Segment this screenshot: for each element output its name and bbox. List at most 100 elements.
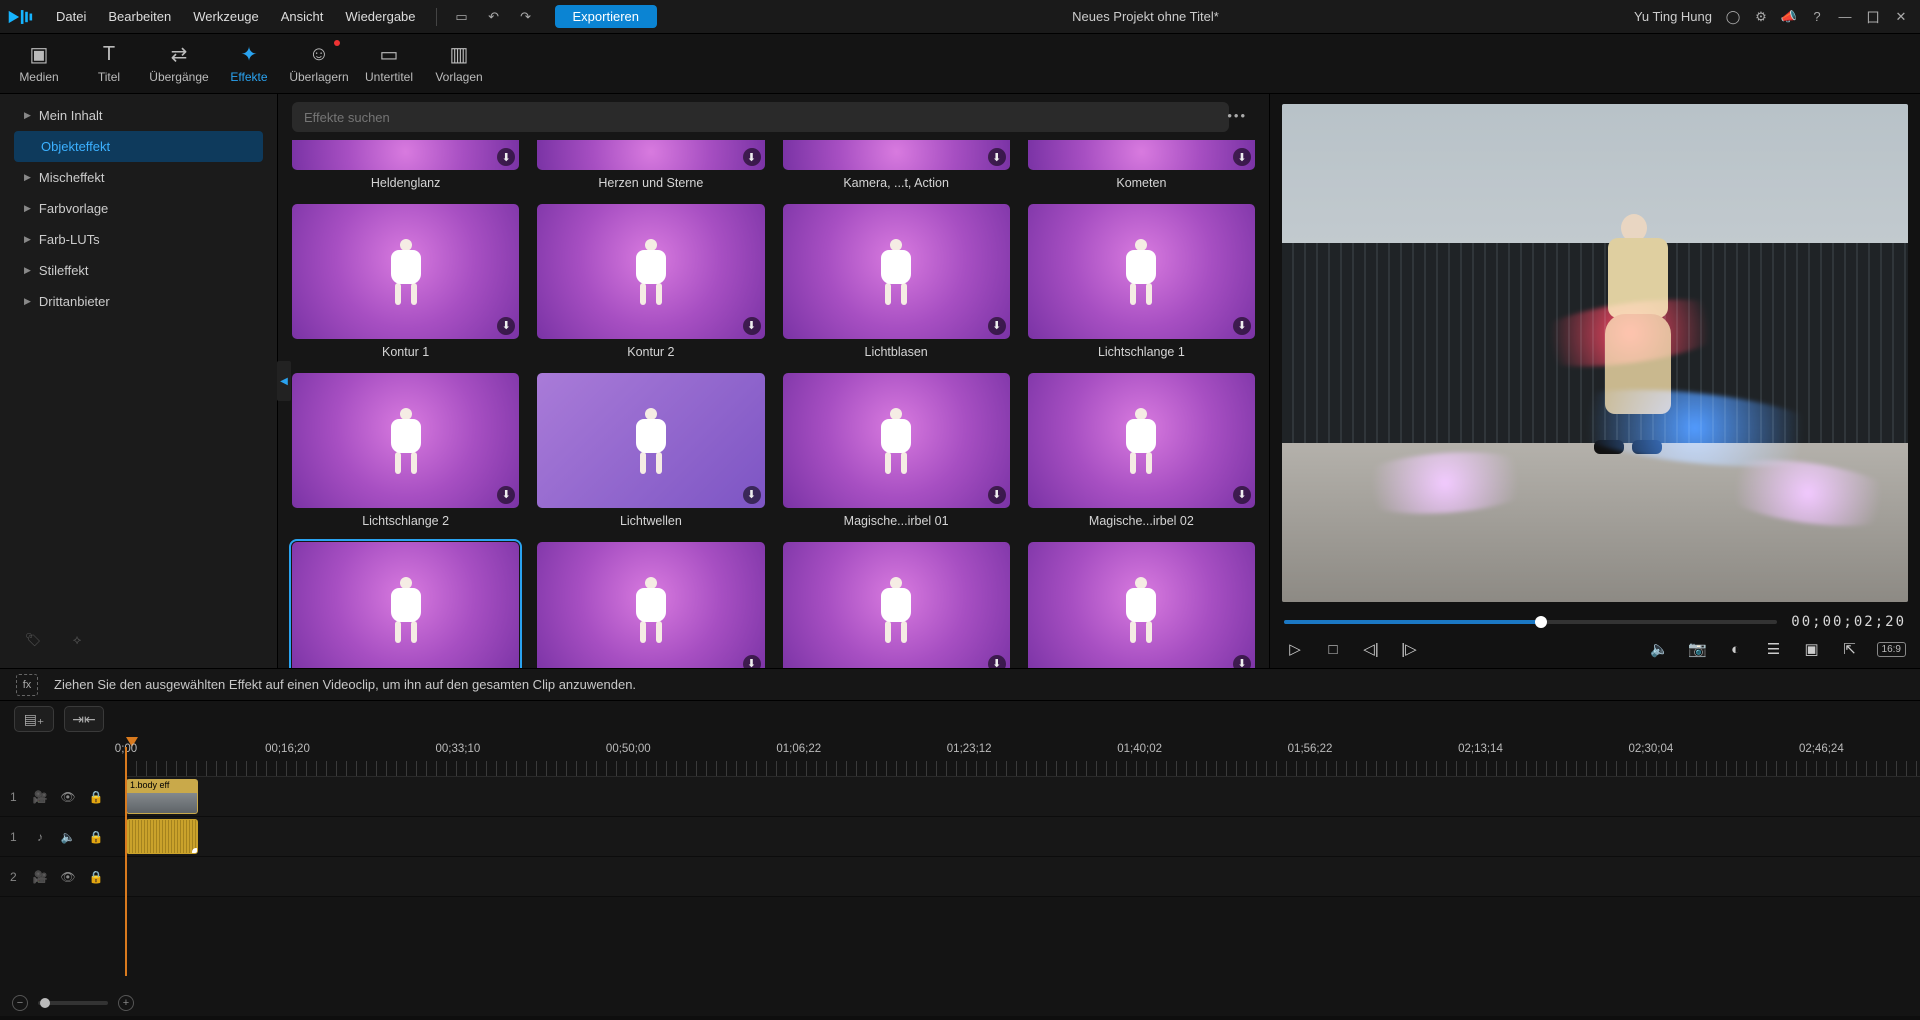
effect-item[interactable]: ⬇Magische...irbel 01 — [783, 373, 1010, 528]
effect-item[interactable]: ⬇Lichtschlange 2 — [292, 373, 519, 528]
menu-file[interactable]: Datei — [46, 5, 96, 28]
search-input[interactable] — [304, 110, 1217, 125]
lock-icon[interactable]: 🔒 — [88, 870, 104, 884]
zoom-slider[interactable] — [38, 1001, 108, 1005]
menu-edit[interactable]: Bearbeiten — [98, 5, 181, 28]
effect-item[interactable]: ⬇Kamera, ...t, Action — [783, 140, 1010, 190]
effect-item[interactable]: ⬇Lichtblasen — [783, 204, 1010, 359]
library-options-icon[interactable]: ••• — [1227, 108, 1247, 123]
effect-item[interactable]: ⬇Marschi... Ameisen — [537, 542, 764, 668]
tab-subtitles[interactable]: ▭Untertitel — [354, 34, 424, 93]
effect-item[interactable]: ⬇Schatten — [1028, 542, 1255, 668]
effect-item[interactable]: ⬇Kontur 1 — [292, 204, 519, 359]
preview-canvas[interactable] — [1282, 104, 1908, 602]
visibility-icon[interactable]: 👁 — [60, 790, 76, 804]
tab-title[interactable]: TTitel — [74, 34, 144, 93]
video-track-icon[interactable]: 🎥 — [32, 870, 48, 884]
sidebar-item-farb-luts[interactable]: ▶Farb-LUTs — [14, 224, 263, 255]
effect-item[interactable]: ⬇Herzen und Sterne — [537, 140, 764, 190]
search-box[interactable] — [292, 102, 1229, 132]
undo-icon[interactable]: ↶ — [482, 5, 506, 29]
audio-track-icon[interactable]: ♪ — [32, 830, 48, 844]
download-icon[interactable]: ⬇ — [1233, 148, 1251, 166]
tab-media[interactable]: ▣Medien — [4, 34, 74, 93]
tab-templates[interactable]: ▥Vorlagen — [424, 34, 494, 93]
tab-effects[interactable]: ✦Effekte — [214, 34, 284, 93]
effect-item[interactable]: ⬇Kometen — [1028, 140, 1255, 190]
download-icon[interactable]: ⬇ — [497, 148, 515, 166]
help-icon[interactable]: ? — [1807, 7, 1827, 27]
video-track-icon[interactable]: 🎥 — [32, 790, 48, 804]
zoom-handle-icon[interactable] — [40, 998, 50, 1008]
quality-icon[interactable]: ◐ — [1725, 638, 1747, 660]
snap-button[interactable]: ⇥⇤ — [64, 706, 104, 732]
snapshot-icon[interactable]: 📷 — [1687, 638, 1709, 660]
popout-icon[interactable]: ⇱ — [1839, 638, 1861, 660]
download-icon[interactable]: ⬇ — [988, 655, 1006, 668]
play-icon[interactable]: ▷ — [1284, 638, 1306, 660]
menu-view[interactable]: Ansicht — [271, 5, 334, 28]
tag-add-icon[interactable]: 🏷 — [21, 628, 45, 652]
effect-item[interactable]: ⬇Lichtwellen — [537, 373, 764, 528]
track-lane[interactable]: 1.body eff — [126, 777, 1920, 816]
download-icon[interactable]: ⬇ — [743, 655, 761, 668]
download-icon[interactable]: ⬇ — [497, 317, 515, 335]
effect-item[interactable]: ⬇Lichtschlange 1 — [1028, 204, 1255, 359]
close-icon[interactable]: ✕ — [1891, 7, 1911, 27]
tab-transitions[interactable]: ⇄Übergänge — [144, 34, 214, 93]
prev-frame-icon[interactable]: ◁| — [1360, 638, 1382, 660]
minimize-icon[interactable]: — — [1835, 7, 1855, 27]
visibility-icon[interactable]: 👁 — [60, 870, 76, 884]
save-icon[interactable]: ▭ — [450, 5, 474, 29]
sidebar-item-myinhalt[interactable]: ▶Mein Inhalt — [14, 100, 263, 131]
zoom-in-icon[interactable]: + — [118, 995, 134, 1011]
download-icon[interactable]: ⬇ — [988, 317, 1006, 335]
clip-handle-icon[interactable] — [192, 848, 198, 854]
track-lane[interactable] — [126, 857, 1920, 896]
stop-icon[interactable]: □ — [1322, 638, 1344, 660]
download-icon[interactable]: ⬇ — [1233, 486, 1251, 504]
lock-icon[interactable]: 🔒 — [88, 830, 104, 844]
download-icon[interactable]: ⬇ — [988, 486, 1006, 504]
download-icon[interactable]: ⬇ — [497, 486, 515, 504]
track-manager-button[interactable]: ▤₊ — [14, 706, 54, 732]
timeline-ruler[interactable]: 0;00 00;16;20 00;33;10 00;50;00 01;06;22… — [126, 737, 1920, 777]
crop-icon[interactable]: ▣ — [1801, 638, 1823, 660]
download-icon[interactable]: ⬇ — [1233, 317, 1251, 335]
download-icon[interactable]: ⬇ — [1233, 655, 1251, 668]
megaphone-icon[interactable]: 📣 — [1779, 7, 1799, 27]
volume-icon[interactable]: 🔈 — [1649, 638, 1671, 660]
download-icon[interactable]: ⬇ — [743, 317, 761, 335]
scrub-handle-icon[interactable] — [1535, 616, 1547, 628]
collapse-sidebar-icon[interactable]: ◀ — [277, 361, 291, 401]
effect-item[interactable]: ⬇Magische...irbel 02 — [1028, 373, 1255, 528]
sidebar-item-farbvorlage[interactable]: ▶Farbvorlage — [14, 193, 263, 224]
download-icon[interactable]: ⬇ — [988, 148, 1006, 166]
effect-item[interactable]: ⬇Heldenglanz — [292, 140, 519, 190]
effect-item-selected[interactable]: Magische...irbel 03 — [292, 542, 519, 668]
menu-play[interactable]: Wiedergabe — [335, 5, 425, 28]
download-icon[interactable]: ⬇ — [743, 486, 761, 504]
aspect-ratio-badge[interactable]: 16:9 — [1877, 642, 1906, 657]
menu-tools[interactable]: Werkzeuge — [183, 5, 269, 28]
effect-item[interactable]: ⬇Kontur 2 — [537, 204, 764, 359]
sidebar-item-objekteffekt[interactable]: Objekteffekt — [14, 131, 263, 162]
list-icon[interactable]: ☰ — [1763, 638, 1785, 660]
mute-icon[interactable]: 🔈 — [60, 830, 76, 844]
video-clip[interactable]: 1.body eff — [126, 779, 198, 814]
gear-icon[interactable]: ⚙ — [1751, 7, 1771, 27]
tab-overlay[interactable]: ☺Überlagern — [284, 34, 354, 93]
sidebar-item-drittanbieter[interactable]: ▶Drittanbieter — [14, 286, 263, 317]
tag-icon[interactable]: ⟡ — [65, 628, 89, 652]
audio-clip[interactable] — [126, 819, 198, 854]
account-icon[interactable]: ◯ — [1723, 7, 1743, 27]
track-lane[interactable] — [126, 817, 1920, 856]
maximize-icon[interactable]: 囗 — [1863, 7, 1883, 27]
export-button[interactable]: Exportieren — [555, 5, 657, 28]
download-icon[interactable]: ⬇ — [743, 148, 761, 166]
sidebar-item-mischeffekt[interactable]: ▶Mischeffekt — [14, 162, 263, 193]
scrub-track[interactable] — [1284, 620, 1777, 624]
lock-icon[interactable]: 🔒 — [88, 790, 104, 804]
redo-icon[interactable]: ↷ — [514, 5, 538, 29]
playhead-line[interactable] — [125, 747, 127, 976]
